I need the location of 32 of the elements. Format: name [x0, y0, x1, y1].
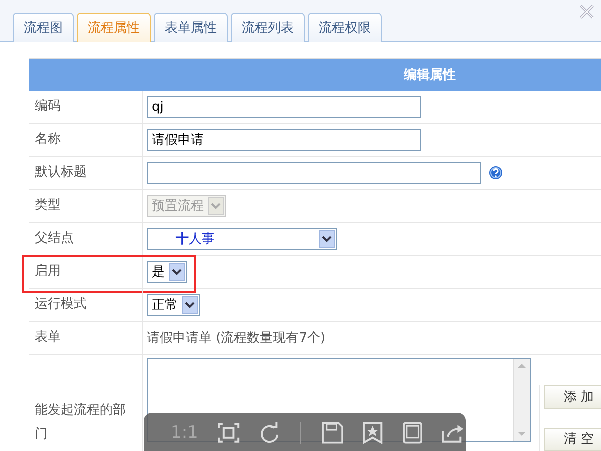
form-name: 请假申请单 (流程数量现有7个)	[147, 330, 326, 347]
action-button[interactable]: 添 加	[544, 385, 601, 408]
text-field[interactable]	[147, 162, 481, 184]
action-button[interactable]: 清 空	[544, 428, 601, 451]
rotate-icon[interactable]	[260, 422, 280, 444]
field-label: 编码	[29, 91, 143, 123]
tab[interactable]: 表单属性	[154, 13, 228, 42]
panel-header: 编辑属性	[29, 59, 601, 91]
text-field[interactable]: 请假申请	[147, 129, 421, 151]
tab[interactable]: 流程列表	[231, 13, 305, 42]
text-field[interactable]: qj	[147, 96, 421, 118]
field-label: 父结点	[29, 223, 143, 255]
close-icon[interactable]	[579, 5, 595, 19]
field-label: 默认标题	[29, 157, 143, 189]
dropdown[interactable]: 正常	[147, 294, 200, 316]
save-icon[interactable]	[322, 422, 344, 444]
dropdown[interactable]: 十人事	[147, 228, 337, 250]
tab[interactable]: 流程权限	[308, 13, 382, 42]
help-icon[interactable]	[489, 166, 503, 180]
share-icon[interactable]	[442, 423, 466, 443]
bookmark-star-icon[interactable]	[363, 422, 383, 444]
field-label: 运行模式	[29, 289, 143, 321]
field-label: 能发起流程的部门	[29, 355, 143, 451]
tablet-icon[interactable]	[402, 422, 422, 444]
field-label: 名称	[29, 124, 143, 156]
divider-line	[300, 422, 302, 444]
field-label: 表单	[29, 322, 143, 354]
fit-icon[interactable]	[218, 423, 240, 443]
dropdown[interactable]: 是	[147, 261, 187, 283]
tab[interactable]: 流程图	[13, 13, 74, 42]
field-label: 启用	[29, 256, 143, 288]
field-label: 类型	[29, 190, 143, 222]
